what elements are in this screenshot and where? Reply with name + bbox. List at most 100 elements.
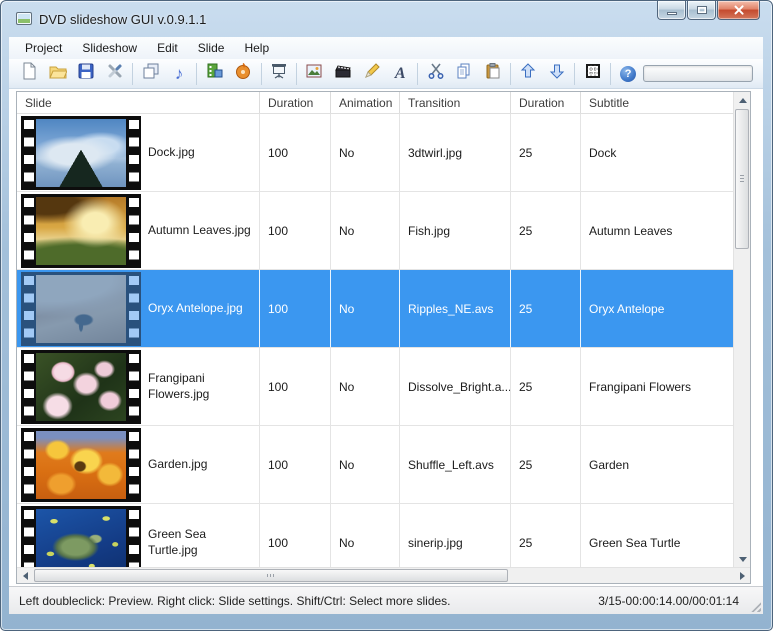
status-position-info: 3/15-00:00:14.00/00:01:14 bbox=[598, 594, 739, 608]
scroll-right-button[interactable] bbox=[734, 568, 750, 584]
add-music-button[interactable]: ♪ bbox=[165, 61, 194, 87]
animation-cell[interactable]: No bbox=[330, 270, 399, 347]
menu-help[interactable]: Help bbox=[234, 38, 279, 58]
maximize-button[interactable] bbox=[687, 1, 716, 20]
column-header-duration[interactable]: Duration bbox=[259, 92, 330, 113]
duration2-cell[interactable]: 25 bbox=[510, 192, 580, 269]
close-button[interactable] bbox=[717, 1, 760, 20]
transition-cell[interactable]: Shuffle_Left.avs bbox=[399, 426, 510, 503]
column-header-transition[interactable]: Transition bbox=[399, 92, 510, 113]
toolbar-separator bbox=[510, 63, 511, 85]
font-button[interactable]: A bbox=[386, 61, 415, 87]
slide-cell[interactable]: Oryx Antelope.jpg bbox=[17, 270, 259, 347]
animation-cell[interactable]: No bbox=[330, 426, 399, 503]
status-bar: Left doubleclick: Preview. Right click: … bbox=[9, 586, 763, 614]
add-image-button[interactable] bbox=[300, 61, 329, 87]
slide-cell[interactable]: Green Sea Turtle.jpg bbox=[17, 504, 259, 567]
scroll-left-button[interactable] bbox=[17, 568, 33, 584]
slide-thumbnail[interactable] bbox=[21, 272, 141, 346]
horizontal-scrollbar[interactable] bbox=[17, 567, 750, 583]
table-row-selected[interactable]: Oryx Antelope.jpg 100 No Ripples_NE.avs … bbox=[17, 270, 733, 348]
duration2-cell[interactable]: 25 bbox=[510, 348, 580, 425]
duration-cell[interactable]: 100 bbox=[259, 348, 330, 425]
slide-filename: Autumn Leaves.jpg bbox=[148, 223, 251, 239]
slide-thumbnail[interactable] bbox=[21, 194, 141, 268]
export-slideshow-button[interactable] bbox=[200, 61, 229, 87]
move-slide-up-button[interactable] bbox=[514, 61, 543, 87]
transition-cell[interactable]: sinerip.jpg bbox=[399, 504, 510, 567]
slide-cell[interactable]: Dock.jpg bbox=[17, 114, 259, 191]
minimize-icon bbox=[667, 12, 677, 15]
table-row[interactable]: Frangipani Flowers.jpg 100 No Dissolve_B… bbox=[17, 348, 733, 426]
save-project-button[interactable] bbox=[72, 61, 101, 87]
duration-cell[interactable]: 100 bbox=[259, 192, 330, 269]
copy-button[interactable] bbox=[450, 61, 479, 87]
duration-cell[interactable]: 100 bbox=[259, 504, 330, 567]
duplicate-slide-button[interactable] bbox=[136, 61, 165, 87]
subtitle-cell[interactable]: Garden bbox=[580, 426, 733, 503]
column-header-animation[interactable]: Animation bbox=[330, 92, 399, 113]
animation-cell[interactable]: No bbox=[330, 504, 399, 567]
duration2-cell[interactable]: 25 bbox=[510, 114, 580, 191]
slide-image bbox=[36, 509, 126, 568]
table-row[interactable]: Garden.jpg 100 No Shuffle_Left.avs 25 Ga… bbox=[17, 426, 733, 504]
grid-icon bbox=[584, 62, 602, 85]
paste-button[interactable] bbox=[479, 61, 508, 87]
duration2-cell[interactable]: 25 bbox=[510, 426, 580, 503]
slide-thumbnail[interactable] bbox=[21, 116, 141, 190]
subtitle-cell[interactable]: Green Sea Turtle bbox=[580, 504, 733, 567]
minimize-button[interactable] bbox=[657, 1, 686, 20]
table-row[interactable]: Green Sea Turtle.jpg 100 No sinerip.jpg … bbox=[17, 504, 733, 567]
column-header-duration2[interactable]: Duration bbox=[510, 92, 580, 113]
add-transition-button[interactable] bbox=[329, 61, 358, 87]
scroll-up-button[interactable] bbox=[734, 92, 751, 108]
duration2-cell[interactable]: 25 bbox=[510, 270, 580, 347]
app-window: DVD slideshow GUI v.0.9.1.1 Project Slid… bbox=[0, 0, 773, 631]
subtitle-cell[interactable]: Dock bbox=[580, 114, 733, 191]
horizontal-scroll-thumb[interactable] bbox=[34, 569, 508, 582]
edit-brush-button[interactable] bbox=[357, 61, 386, 87]
grid-settings-button[interactable] bbox=[578, 61, 607, 87]
animation-cell[interactable]: No bbox=[330, 348, 399, 425]
title-bar[interactable]: DVD slideshow GUI v.0.9.1.1 bbox=[1, 1, 772, 37]
duration-cell[interactable]: 100 bbox=[259, 114, 330, 191]
column-header-subtitle[interactable]: Subtitle bbox=[580, 92, 733, 113]
duration-cell[interactable]: 100 bbox=[259, 426, 330, 503]
transition-cell[interactable]: Ripples_NE.avs bbox=[399, 270, 510, 347]
scroll-down-button[interactable] bbox=[734, 551, 751, 567]
table-row[interactable]: Autumn Leaves.jpg 100 No Fish.jpg 25 Aut… bbox=[17, 192, 733, 270]
animation-cell[interactable]: No bbox=[330, 114, 399, 191]
open-project-button[interactable] bbox=[44, 61, 73, 87]
subtitle-cell[interactable]: Frangipani Flowers bbox=[580, 348, 733, 425]
menu-slideshow[interactable]: Slideshow bbox=[72, 38, 147, 58]
slide-thumbnail[interactable] bbox=[21, 350, 141, 424]
transition-cell[interactable]: Fish.jpg bbox=[399, 192, 510, 269]
new-project-button[interactable] bbox=[15, 61, 44, 87]
table-row[interactable]: Dock.jpg 100 No 3dtwirl.jpg 25 Dock bbox=[17, 114, 733, 192]
menu-edit[interactable]: Edit bbox=[147, 38, 188, 58]
duration2-cell[interactable]: 25 bbox=[510, 504, 580, 567]
slide-thumbnail[interactable] bbox=[21, 506, 141, 568]
duration-cell[interactable]: 100 bbox=[259, 270, 330, 347]
slide-cell[interactable]: Autumn Leaves.jpg bbox=[17, 192, 259, 269]
column-header-slide[interactable]: Slide bbox=[17, 92, 259, 113]
resize-grip[interactable] bbox=[749, 600, 761, 612]
slide-cell[interactable]: Frangipani Flowers.jpg bbox=[17, 348, 259, 425]
transition-cell[interactable]: Dissolve_Bright.a... bbox=[399, 348, 510, 425]
help-button[interactable]: ? bbox=[614, 61, 643, 87]
move-slide-down-button[interactable] bbox=[543, 61, 572, 87]
burn-dvd-button[interactable] bbox=[229, 61, 258, 87]
settings-tools-button[interactable] bbox=[101, 61, 130, 87]
vertical-scrollbar[interactable] bbox=[733, 92, 750, 567]
transition-cell[interactable]: 3dtwirl.jpg bbox=[399, 114, 510, 191]
subtitle-cell[interactable]: Oryx Antelope bbox=[580, 270, 733, 347]
vertical-scroll-thumb[interactable] bbox=[735, 109, 749, 249]
slide-thumbnail[interactable] bbox=[21, 428, 141, 502]
cut-button[interactable] bbox=[421, 61, 450, 87]
slide-cell[interactable]: Garden.jpg bbox=[17, 426, 259, 503]
animation-cell[interactable]: No bbox=[330, 192, 399, 269]
menu-project[interactable]: Project bbox=[15, 38, 72, 58]
menu-slide[interactable]: Slide bbox=[188, 38, 235, 58]
preview-slideshow-button[interactable] bbox=[265, 61, 294, 87]
subtitle-cell[interactable]: Autumn Leaves bbox=[580, 192, 733, 269]
